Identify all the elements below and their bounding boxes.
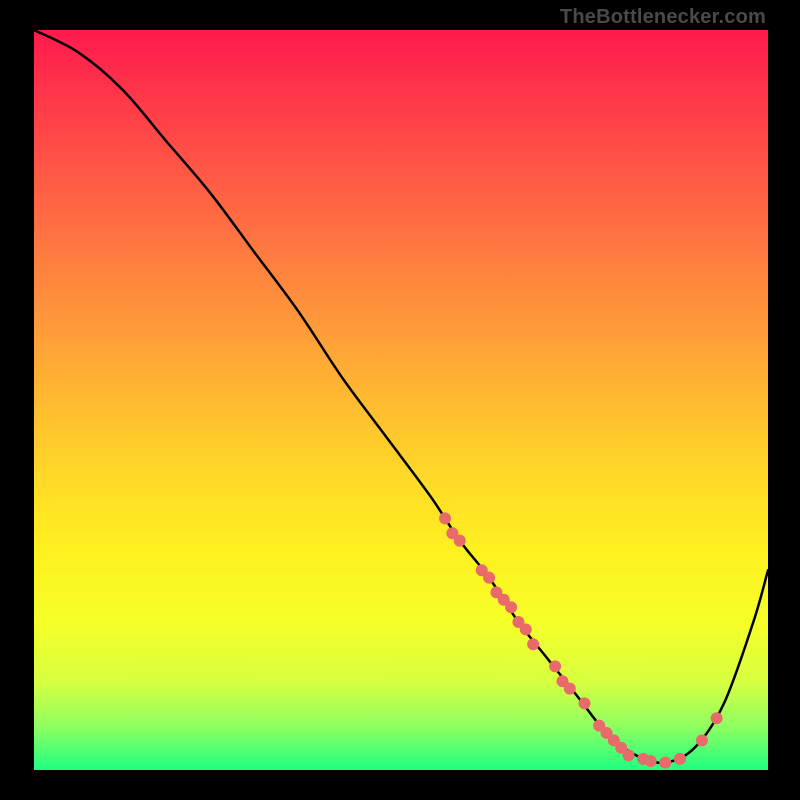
highlight-dots [439, 512, 723, 768]
curve-layer [34, 30, 768, 770]
highlight-dot [696, 734, 708, 746]
highlight-dot [439, 512, 451, 524]
highlight-dot [674, 753, 686, 765]
highlight-dot [659, 757, 671, 769]
highlight-dot [711, 712, 723, 724]
highlight-dot [483, 572, 495, 584]
highlight-dot [579, 697, 591, 709]
chart-frame: TheBottlenecker.com [0, 0, 800, 800]
highlight-dot [564, 683, 576, 695]
highlight-dot [520, 623, 532, 635]
highlight-dot [505, 601, 517, 613]
bottleneck-curve [34, 30, 768, 763]
highlight-dot [623, 749, 635, 761]
highlight-dot [645, 755, 657, 767]
highlight-dot [454, 535, 466, 547]
highlight-dot [549, 660, 561, 672]
highlight-dot [527, 638, 539, 650]
plot-area [34, 30, 768, 770]
attribution-label: TheBottlenecker.com [560, 6, 766, 29]
